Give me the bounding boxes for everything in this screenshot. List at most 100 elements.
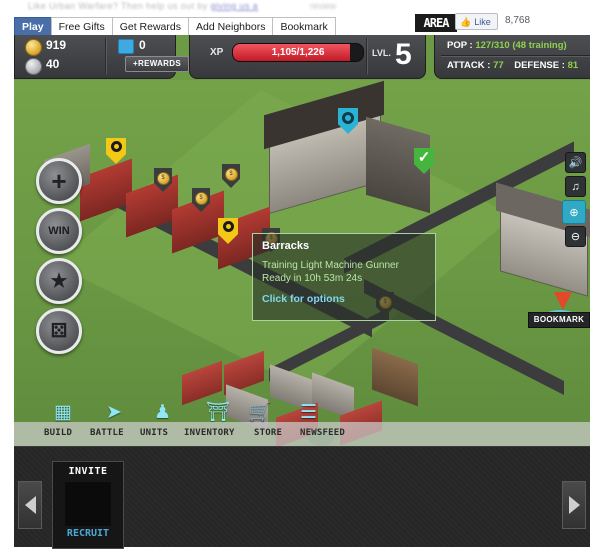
nav-build[interactable]: BUILD	[44, 428, 72, 438]
marker-upgrade[interactable]	[106, 138, 126, 164]
silver-amount: 40	[46, 57, 60, 71]
star-icon: ★	[50, 270, 68, 292]
population-stat: POP : 127/310 (48 training)	[447, 40, 567, 51]
hud: 919 40 0 +REWARDS XP 1,105/1,226 LVL. 5	[14, 35, 590, 80]
nav-units[interactable]: UNITS	[140, 428, 168, 438]
bookmark-banner[interactable]: BOOKMARK	[528, 312, 590, 328]
area-logo: AREA	[415, 14, 457, 32]
zoom-in-icon[interactable]: ⊕	[562, 200, 586, 224]
invite-subtitle: RECRUIT	[66, 528, 110, 539]
arrow-left-icon[interactable]	[18, 481, 42, 529]
zoom-out-icon[interactable]: ⊖	[565, 226, 586, 247]
tooltip-title: Barracks	[262, 240, 310, 252]
gold-coin-icon	[25, 39, 42, 56]
attack-value: 77	[493, 60, 504, 71]
chest-icon[interactable]: ⛩	[206, 403, 230, 422]
defense-value: 81	[567, 60, 579, 71]
dice-button[interactable]: ⚄	[36, 308, 82, 354]
silver-coin-icon	[25, 58, 42, 75]
right-triangle	[568, 496, 580, 514]
coin-icon: $	[194, 192, 208, 205]
gear-icon	[222, 221, 234, 232]
xp-panel: XP 1,105/1,226 LVL. 5	[189, 35, 426, 79]
game-canvas[interactable]: $ $ $ $ $ ✓ Ba	[14, 35, 590, 446]
isometric-world[interactable]: $ $ $ $ $ ✓ Ba	[14, 80, 590, 446]
cart-icon[interactable]: 🛒	[248, 403, 272, 422]
nav-store[interactable]: STORE	[254, 428, 282, 438]
tab-add-neighbors[interactable]: Add Neighbors	[187, 17, 274, 35]
marker-collect[interactable]: $	[154, 168, 172, 192]
xp-label: XP	[210, 47, 224, 58]
friends-bar: INVITE RECRUIT	[14, 446, 590, 549]
music-glyph: ♫	[571, 180, 580, 193]
nav-battle[interactable]: BATTLE	[90, 428, 124, 438]
music-icon[interactable]: ♫	[565, 176, 586, 197]
win-label: WIN	[48, 225, 70, 237]
game-page: Like Urban Warfare? Then help us out by …	[0, 0, 590, 549]
marker-collect[interactable]: $	[192, 188, 210, 212]
tab-play[interactable]: Play	[14, 17, 52, 35]
level-label: LVL.	[372, 48, 391, 58]
rewards-button[interactable]: +REWARDS	[125, 56, 189, 72]
marker-timer[interactable]	[338, 108, 358, 134]
bookmark-arrow-icon	[554, 292, 572, 310]
tooltip-action[interactable]: Click for options	[262, 293, 426, 305]
left-gutter	[0, 35, 14, 446]
gem-amount: 0	[139, 38, 146, 52]
bottom-nav: BUILD BATTLE UNITS INVENTORY STORE NEWSF…	[14, 422, 590, 446]
list-icon[interactable]: ☰	[300, 403, 317, 422]
gear-icon	[110, 141, 122, 152]
dice-icon: ⚄	[50, 320, 68, 342]
pop-value: 127/310 (48 training)	[475, 40, 567, 51]
like-button[interactable]: 👍 Like	[455, 13, 498, 30]
marker-ready[interactable]: ✓	[414, 148, 434, 174]
gem-icon	[118, 39, 134, 54]
tab-bookmark[interactable]: Bookmark	[272, 17, 336, 35]
nav-inventory[interactable]: INVENTORY	[184, 428, 235, 438]
zoom-in-glyph: ⊕	[569, 206, 579, 219]
zoom-out-glyph: ⊖	[570, 231, 581, 243]
xp-value: 1,105/1,226	[271, 47, 325, 58]
combat-stats: ATTACK : 77 DEFENSE : 81	[447, 60, 578, 71]
thumbs-up-icon: 👍	[460, 16, 472, 27]
stats-panel: POP : 127/310 (48 training) ATTACK : 77 …	[434, 35, 590, 79]
invite-title: INVITE	[68, 466, 108, 477]
nav-icon-row: ▦ ➤ ♟ ⛩ 🛒 ☰	[14, 390, 590, 422]
add-button[interactable]: +	[36, 158, 82, 204]
browser-top-strip: Like Urban Warfare? Then help us out by …	[0, 0, 590, 14]
building-tooltip[interactable]: Barracks Training Light Machine Gunner R…	[252, 233, 436, 321]
plus-icon: +	[51, 166, 67, 196]
timer-icon	[342, 112, 354, 124]
speaker-glyph: 🔊	[568, 157, 583, 169]
attack-label: ATTACK :	[447, 60, 491, 71]
check-icon: ✓	[417, 149, 431, 166]
promo-text: Like Urban Warfare? Then help us out by …	[28, 1, 259, 11]
blocks-icon[interactable]: ▦	[54, 403, 72, 422]
panel-divider	[105, 38, 107, 74]
pistol-icon[interactable]: ➤	[106, 403, 122, 422]
app-tabs: Play Free Gifts Get Rewards Add Neighbor…	[14, 17, 336, 35]
win-button[interactable]: WIN	[36, 208, 82, 254]
stats-divider	[441, 55, 590, 57]
gold-amount: 919	[46, 38, 67, 52]
like-count: 8,768	[505, 15, 531, 26]
like-label: Like	[474, 16, 491, 27]
xp-bar: 1,105/1,226	[232, 43, 364, 62]
soldier-icon[interactable]: ♟	[154, 403, 171, 422]
level-value: 5	[395, 38, 412, 71]
marker-upgrade[interactable]	[218, 218, 238, 244]
coin-icon: $	[224, 168, 238, 181]
defense-label: DEFENSE :	[514, 60, 565, 71]
tab-get-rewards[interactable]: Get Rewards	[111, 17, 189, 35]
invite-card[interactable]: INVITE RECRUIT	[52, 461, 124, 549]
marker-collect[interactable]: $	[222, 164, 240, 188]
arrow-right-icon[interactable]	[562, 481, 586, 529]
panel-divider	[366, 38, 368, 74]
nav-newsfeed[interactable]: NEWSFEED	[300, 428, 345, 438]
promo-text-tail: review	[310, 1, 337, 11]
tooltip-line-2: Ready in 10h 53m 24s	[262, 273, 363, 284]
invite-avatar-placeholder	[65, 482, 111, 526]
tab-free-gifts[interactable]: Free Gifts	[50, 17, 113, 35]
favorites-button[interactable]: ★	[36, 258, 82, 304]
sound-icon[interactable]: 🔊	[565, 152, 586, 173]
